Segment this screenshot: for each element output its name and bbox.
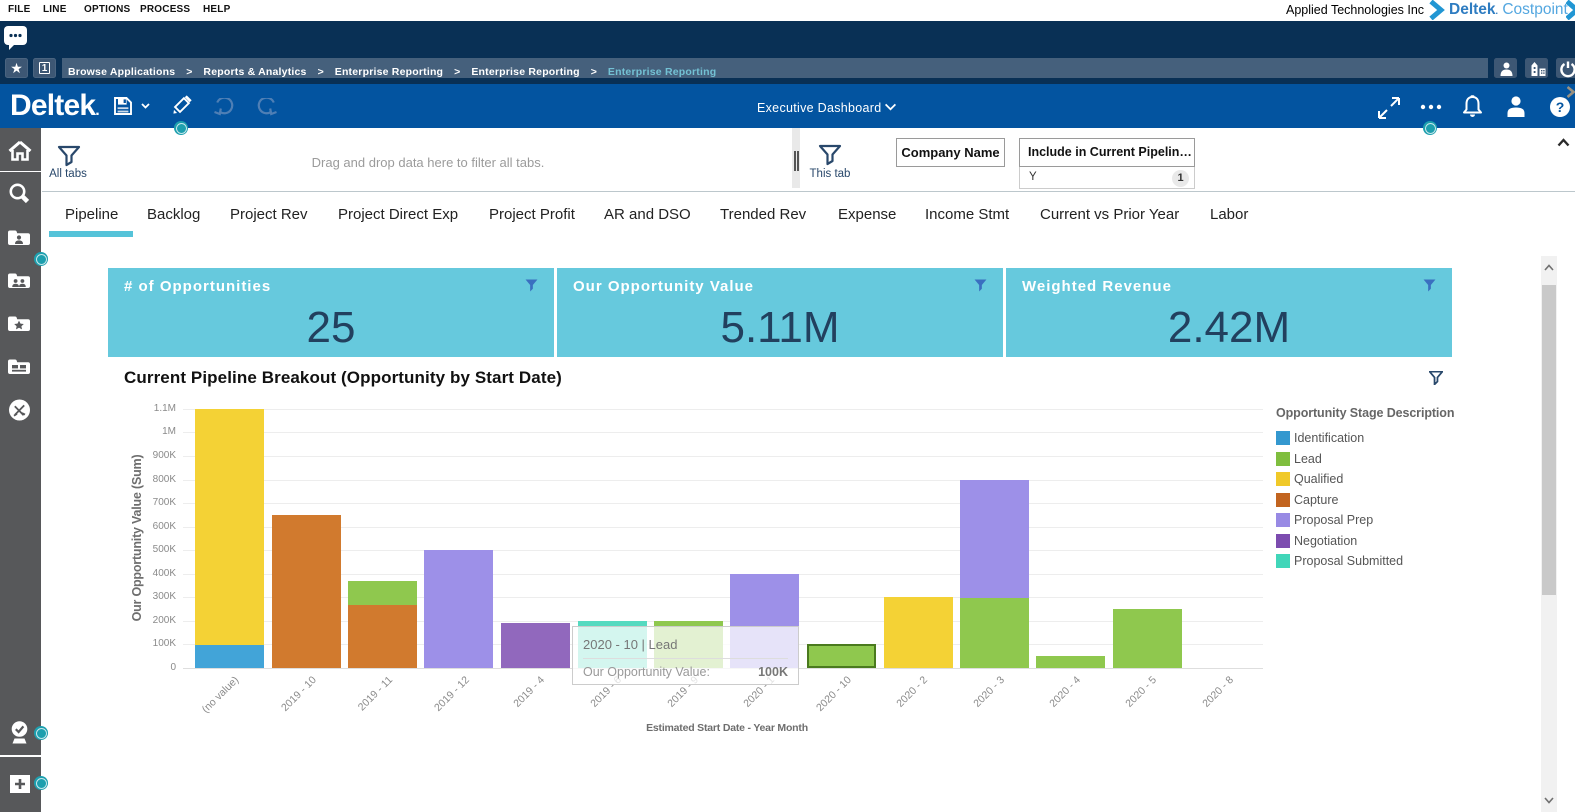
svg-text:?: ? (1556, 99, 1565, 115)
